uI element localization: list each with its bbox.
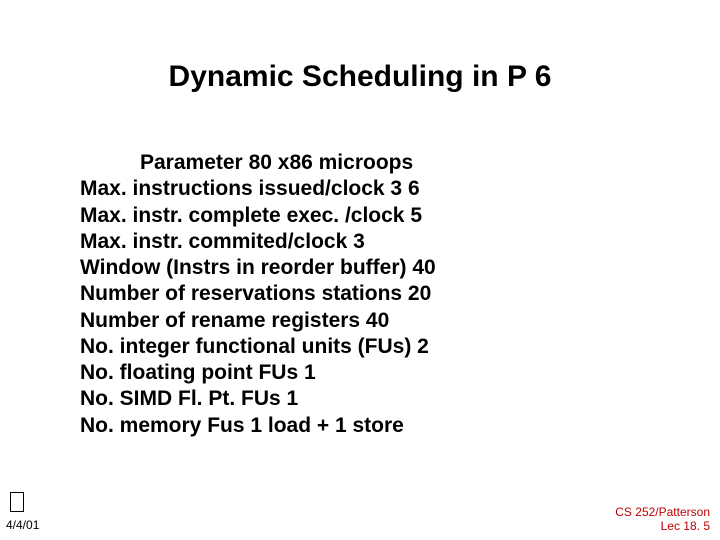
param-header: Parameter 80 x86 microops xyxy=(80,150,640,176)
param-row: Number of rename registers 40 xyxy=(80,308,640,334)
param-row: No. memory Fus 1 load + 1 store xyxy=(80,413,640,439)
slide-footer: CS 252/Patterson Lec 18. 5 xyxy=(615,506,710,534)
slide-date: 4/4/01 xyxy=(6,518,39,532)
param-row: Number of reservations stations 20 xyxy=(80,281,640,307)
slide-title: Dynamic Scheduling in P 6 xyxy=(0,60,720,94)
footer-lecture: Lec 18. 5 xyxy=(615,520,710,534)
param-row: No. SIMD Fl. Pt. FUs 1 xyxy=(80,386,640,412)
date-marker-icon xyxy=(10,492,24,512)
param-row: Max. instr. commited/clock 3 xyxy=(80,229,640,255)
footer-course: CS 252/Patterson xyxy=(615,506,710,520)
param-row: Max. instructions issued/clock 3 6 xyxy=(80,176,640,202)
slide-content: Parameter 80 x86 microops Max. instructi… xyxy=(80,150,640,439)
param-row: No. floating point FUs 1 xyxy=(80,360,640,386)
param-row: Max. instr. complete exec. /clock 5 xyxy=(80,203,640,229)
param-row: No. integer functional units (FUs) 2 xyxy=(80,334,640,360)
param-row: Window (Instrs in reorder buffer) 40 xyxy=(80,255,640,281)
